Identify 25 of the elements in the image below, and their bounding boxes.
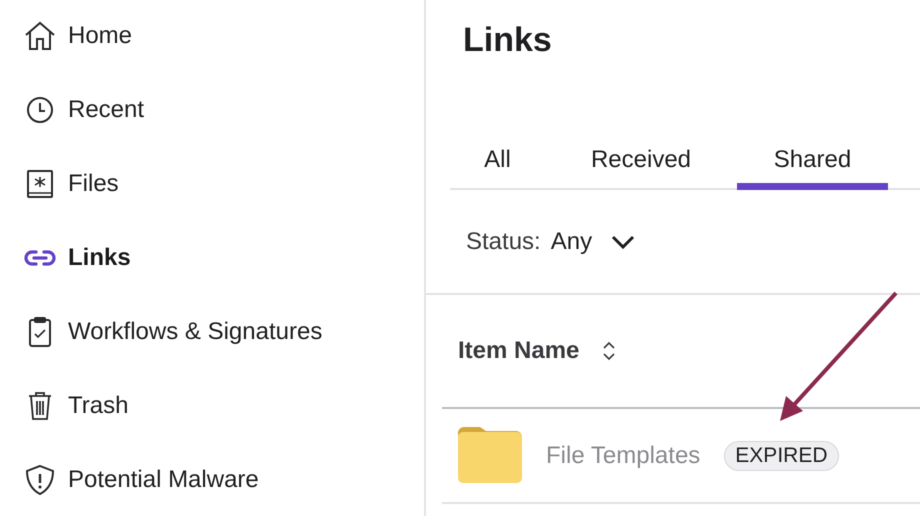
column-header[interactable]: Item Name	[458, 333, 618, 369]
box-icon	[26, 169, 54, 199]
chevron-down-icon	[610, 234, 636, 250]
folder-icon	[458, 426, 522, 484]
status-badge: EXPIRED	[724, 440, 838, 470]
sort-icon	[601, 339, 618, 363]
sidebar-item[interactable]: Home	[12, 18, 132, 54]
home-icon	[24, 21, 56, 51]
shield-icon	[24, 464, 56, 496]
filter-label: Status:	[466, 226, 541, 256]
page-title: Links	[463, 20, 552, 60]
sidebar-item[interactable]: Links	[12, 240, 131, 276]
trash-icon	[27, 391, 53, 421]
tab[interactable]: Shared	[737, 142, 888, 190]
sidebar-item[interactable]: Potential Malware	[12, 462, 259, 498]
sidebar-item[interactable]: Trash	[12, 388, 128, 424]
tab[interactable]: All	[450, 142, 545, 190]
clipboard-icon	[27, 316, 53, 348]
sidebar-item[interactable]: Workflows & Signatures	[12, 314, 322, 350]
tab[interactable]: Received	[545, 142, 737, 190]
sidebar-item[interactable]: Recent	[12, 92, 144, 128]
link-icon	[24, 249, 56, 267]
sidebar-item[interactable]: Files	[12, 166, 119, 202]
status-dropdown[interactable]: Any	[550, 224, 636, 260]
clock-icon	[26, 96, 54, 124]
